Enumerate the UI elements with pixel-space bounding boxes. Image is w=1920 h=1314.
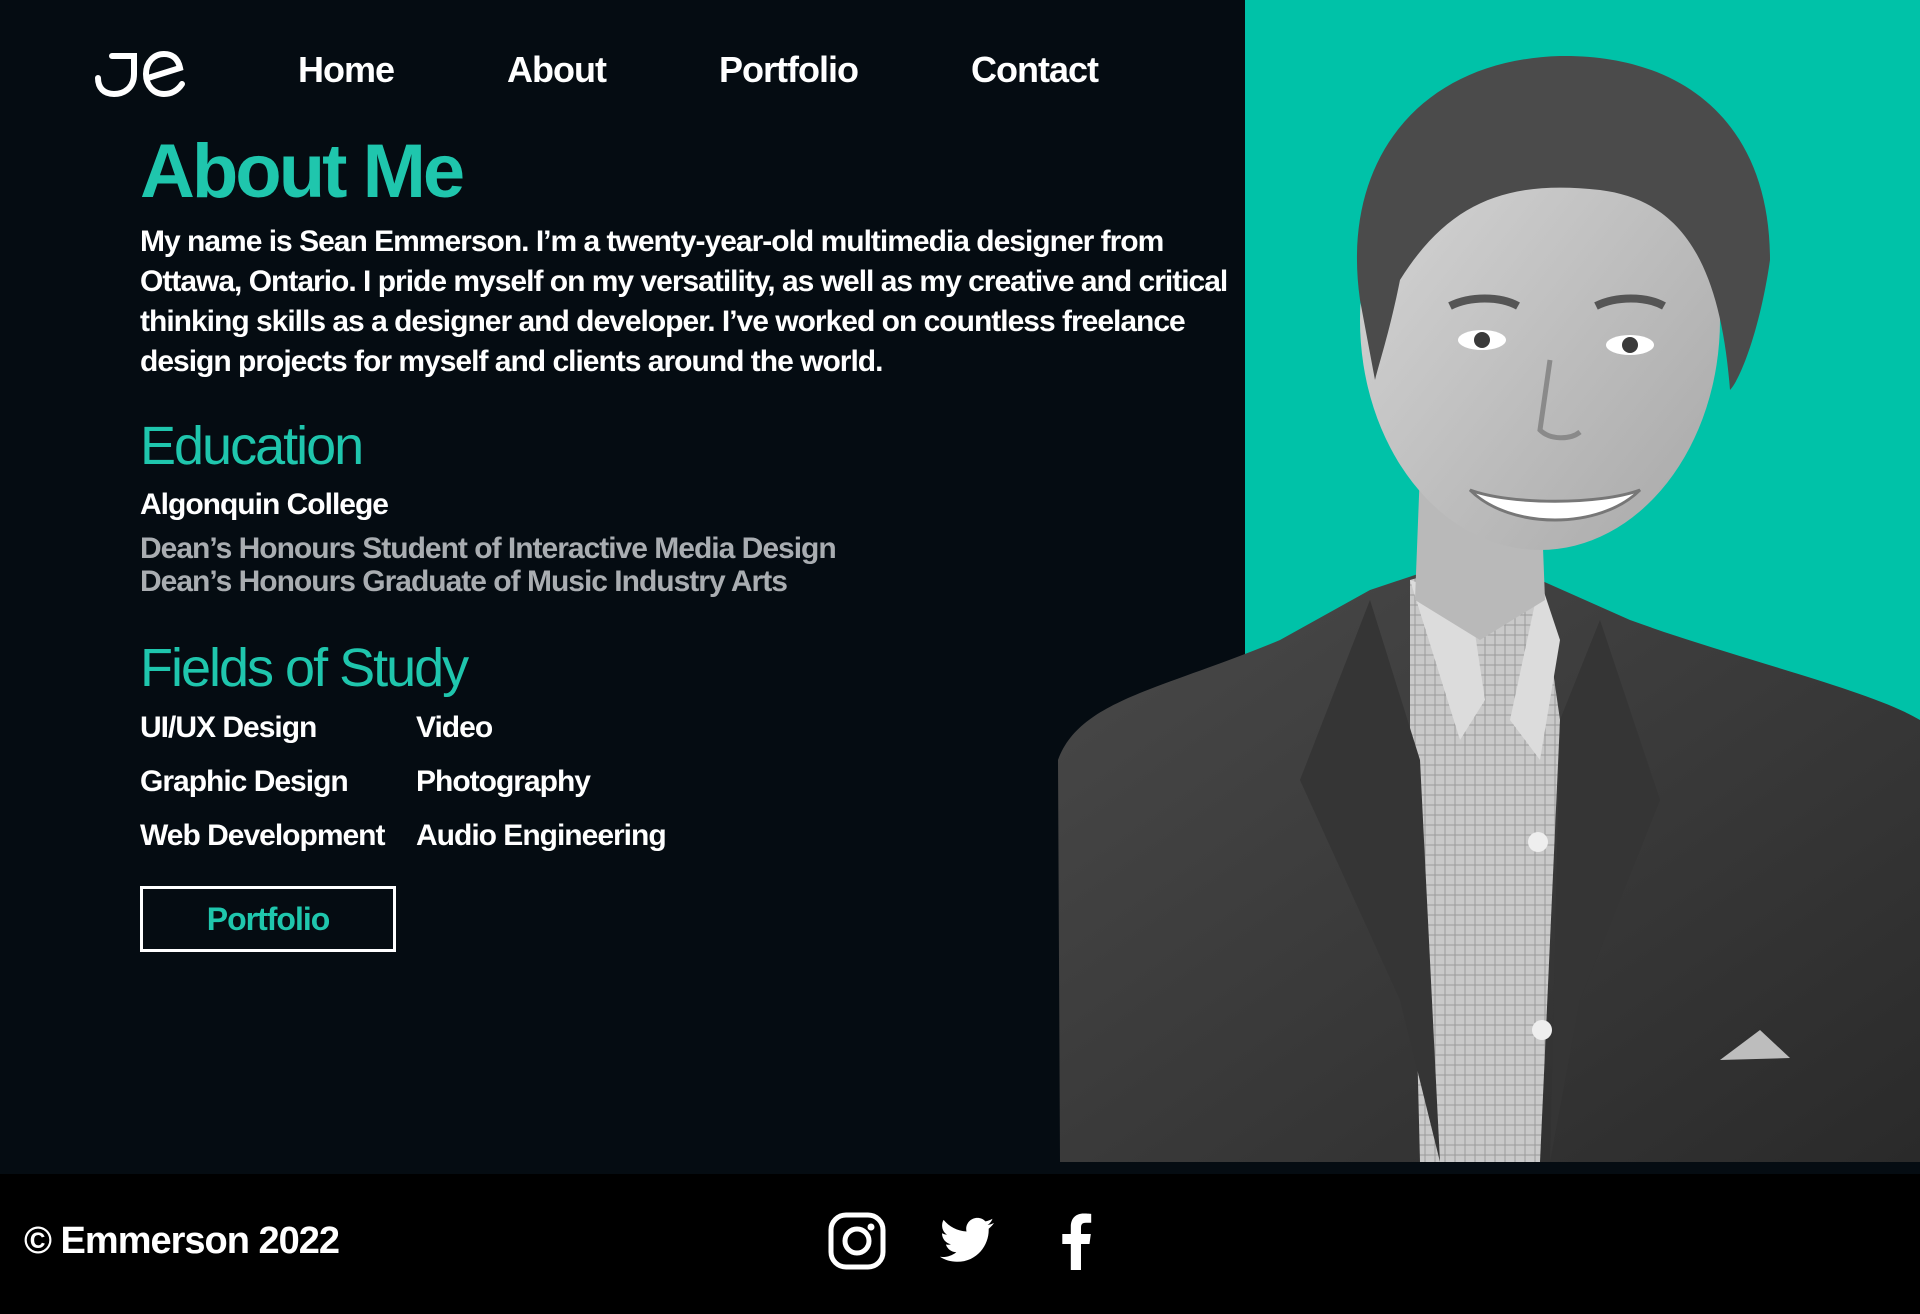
portfolio-button[interactable]: Portfolio <box>140 886 396 952</box>
field-item: Audio Engineering <box>416 819 667 852</box>
je-monogram-logo[interactable] <box>92 44 188 100</box>
field-item: Video <box>416 711 493 744</box>
education-heading: Education <box>140 416 364 476</box>
nav-home-link[interactable]: Home <box>298 46 395 94</box>
nav-portfolio-link[interactable]: Portfolio <box>719 46 859 94</box>
nav-about-link[interactable]: About <box>507 46 607 94</box>
main-nav: Home About Portfolio Contact <box>298 46 1099 94</box>
about-page: Home About Portfolio Contact About Me My… <box>0 0 1920 1314</box>
field-item: Web Development <box>140 819 386 852</box>
education-school: Algonquin College <box>140 488 389 521</box>
fields-list: UI/UX Design Video Graphic Design Photog… <box>140 710 740 854</box>
education-honours: Dean’s Honours Student of Interactive Me… <box>140 532 1240 598</box>
field-item: Photography <box>416 765 591 798</box>
twitter-icon[interactable] <box>936 1210 998 1272</box>
honour-item: Dean’s Honours Student of Interactive Me… <box>140 532 837 565</box>
fields-heading: Fields of Study <box>140 638 469 698</box>
about-heading: About Me <box>140 129 465 214</box>
instagram-icon[interactable] <box>826 1210 888 1272</box>
about-paragraph: My name is Sean Emmerson. I’m a twenty-y… <box>140 225 1228 378</box>
facebook-icon[interactable] <box>1046 1210 1108 1272</box>
copyright-text: © Emmerson 2022 <box>24 1220 340 1262</box>
honour-item: Dean’s Honours Graduate of Music Industr… <box>140 565 788 598</box>
about-section: About Me My name is Sean Emmerson. I’m a… <box>140 130 1240 854</box>
field-item: UI/UX Design <box>140 711 317 744</box>
field-item: Graphic Design <box>140 765 349 798</box>
footer: © Emmerson 2022 <box>0 1174 1920 1314</box>
